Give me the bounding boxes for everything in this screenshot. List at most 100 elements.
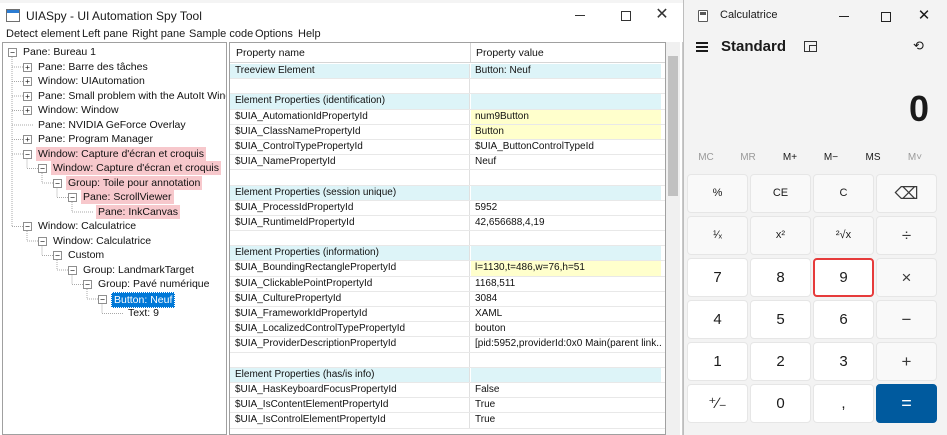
calc-key[interactable]: =: [876, 384, 937, 423]
calc-key[interactable]: ⌫: [876, 174, 937, 213]
spy-title-bar[interactable]: UIASpy - UI Automation Spy Tool ✕: [0, 3, 683, 27]
tree-node-label: Window: Capture d'écran et croquis: [36, 146, 207, 161]
memory-button[interactable]: M˅: [895, 152, 935, 163]
column-header-value[interactable]: Property value: [476, 47, 544, 59]
calc-key[interactable]: 2: [750, 342, 811, 381]
property-row[interactable]: $UIA_ProcessIdPropertyId 5952: [230, 200, 665, 216]
memory-button[interactable]: M+: [770, 152, 810, 163]
calc-title-bar[interactable]: Calculatrice ✕: [684, 0, 947, 30]
column-header-name[interactable]: Property name: [236, 47, 305, 59]
property-section-row[interactable]: Element Properties (session unique): [230, 185, 665, 201]
calc-window-title: Calculatrice: [720, 9, 778, 21]
calc-minimize-button[interactable]: [832, 6, 856, 26]
property-row[interactable]: [230, 231, 665, 247]
collapse-icon[interactable]: −: [83, 280, 92, 289]
calc-close-button[interactable]: ✕: [912, 6, 936, 26]
property-section-row[interactable]: Element Properties (information): [230, 246, 665, 262]
hamburger-menu-icon[interactable]: [696, 40, 710, 54]
menu-help[interactable]: Help: [298, 28, 321, 40]
property-row[interactable]: $UIA_ProviderDescriptionPropertyId [pid:5…: [230, 337, 665, 353]
property-section-row[interactable]: Treeview Element Button: Neuf: [230, 64, 665, 80]
collapse-icon[interactable]: −: [68, 193, 77, 202]
expand-icon[interactable]: +: [23, 91, 32, 101]
property-row[interactable]: $UIA_FrameworkIdPropertyId XAML: [230, 307, 665, 323]
property-section-row[interactable]: Element Properties (identification): [230, 94, 665, 110]
calc-key[interactable]: 8: [750, 258, 811, 297]
property-row[interactable]: $UIA_CulturePropertyId 3084: [230, 291, 665, 307]
history-icon[interactable]: ⟲: [913, 38, 924, 54]
property-value: Neuf: [475, 156, 497, 168]
property-row[interactable]: $UIA_BoundingRectanglePropertyId l=1130,t…: [230, 261, 665, 277]
tree-node-label: Window: Calculatrice: [38, 220, 137, 232]
property-row[interactable]: $UIA_ClickablePointPropertyId 1168,511: [230, 276, 665, 292]
property-name: $UIA_AutomationIdPropertyId: [230, 109, 470, 124]
calc-key[interactable]: %: [687, 174, 748, 213]
collapse-icon[interactable]: −: [23, 149, 32, 159]
memory-button[interactable]: MS: [853, 152, 893, 163]
calc-key[interactable]: 7: [687, 258, 748, 297]
property-row[interactable]: $UIA_RuntimeIdPropertyId 42,656688,4,19: [230, 215, 665, 232]
property-row[interactable]: [230, 79, 665, 95]
calc-key[interactable]: +: [876, 342, 937, 381]
calc-key[interactable]: x²: [750, 216, 811, 255]
menu-options[interactable]: Options: [255, 28, 293, 40]
property-row[interactable]: [230, 170, 665, 186]
close-button[interactable]: ✕: [647, 5, 677, 25]
property-row[interactable]: $UIA_HasKeyboardFocusPropertyId False: [230, 382, 665, 399]
element-tree-pane[interactable]: − Pane: Bureau 1 + Pane: Barre des tâches + W…: [2, 42, 227, 435]
calc-key[interactable]: ×: [876, 258, 937, 297]
property-row[interactable]: $UIA_NamePropertyId Neuf: [230, 155, 665, 171]
property-row[interactable]: $UIA_IsControlElementPropertyId True: [230, 413, 665, 429]
calc-key[interactable]: 9: [813, 258, 874, 297]
memory-button[interactable]: MR: [728, 152, 768, 163]
minimize-button[interactable]: [565, 5, 595, 25]
menu-left-pane[interactable]: Left pane: [82, 28, 128, 40]
calc-key[interactable]: C: [813, 174, 874, 213]
calc-key[interactable]: ⁺∕₋: [687, 384, 748, 423]
collapse-icon[interactable]: −: [8, 48, 17, 57]
collapse-icon[interactable]: −: [53, 251, 62, 260]
menu-right-pane[interactable]: Right pane: [132, 28, 185, 40]
property-row[interactable]: $UIA_LocalizedControlTypePropertyId bouto…: [230, 322, 665, 338]
collapse-icon[interactable]: −: [98, 294, 107, 304]
expand-icon[interactable]: +: [23, 106, 32, 115]
calc-key[interactable]: 1: [687, 342, 748, 381]
property-row[interactable]: $UIA_AutomationIdPropertyId num9Button: [230, 109, 665, 125]
menu-sample-code[interactable]: Sample code: [189, 28, 253, 40]
collapse-icon[interactable]: −: [38, 164, 47, 173]
property-scrollbar[interactable]: [666, 42, 680, 435]
collapse-icon[interactable]: −: [68, 265, 77, 275]
calc-key[interactable]: 6: [813, 300, 874, 339]
column-divider[interactable]: [470, 43, 471, 63]
property-row[interactable]: $UIA_IsContentElementPropertyId True: [230, 398, 665, 414]
property-section-row[interactable]: Element Properties (has/is info): [230, 367, 665, 383]
collapse-icon[interactable]: −: [53, 178, 62, 188]
calc-key[interactable]: 5: [750, 300, 811, 339]
calc-key[interactable]: CE: [750, 174, 811, 213]
memory-button[interactable]: M−: [811, 152, 851, 163]
calc-key[interactable]: ²√x: [813, 216, 874, 255]
property-row[interactable]: $UIA_ControlTypePropertyId $UIA_ButtonCon…: [230, 139, 665, 156]
calc-key[interactable]: ,: [813, 384, 874, 423]
keep-on-top-icon[interactable]: [804, 41, 817, 52]
property-row[interactable]: [230, 352, 665, 368]
calc-key[interactable]: 4: [687, 300, 748, 339]
calc-key[interactable]: ÷: [876, 216, 937, 255]
maximize-button[interactable]: [611, 5, 641, 25]
scrollbar-thumb[interactable]: [668, 56, 678, 196]
calc-key[interactable]: −: [876, 300, 937, 339]
property-list-pane[interactable]: Property name Property value Treeview El…: [229, 42, 666, 435]
expand-icon[interactable]: +: [23, 135, 32, 144]
expand-icon[interactable]: +: [23, 62, 32, 72]
property-row[interactable]: $UIA_ClassNamePropertyId Button: [230, 124, 665, 140]
calc-key[interactable]: 3: [813, 342, 874, 381]
expand-icon[interactable]: +: [23, 77, 32, 86]
collapse-icon[interactable]: −: [23, 222, 32, 231]
memory-button[interactable]: MC: [686, 152, 726, 163]
calc-key[interactable]: ¹⁄ₓ: [687, 216, 748, 255]
collapse-icon[interactable]: −: [38, 236, 47, 246]
minimize-icon: [575, 15, 585, 17]
menu-detect-element[interactable]: Detect element: [6, 28, 80, 40]
calc-maximize-button[interactable]: [874, 6, 898, 26]
calc-key[interactable]: 0: [750, 384, 811, 423]
